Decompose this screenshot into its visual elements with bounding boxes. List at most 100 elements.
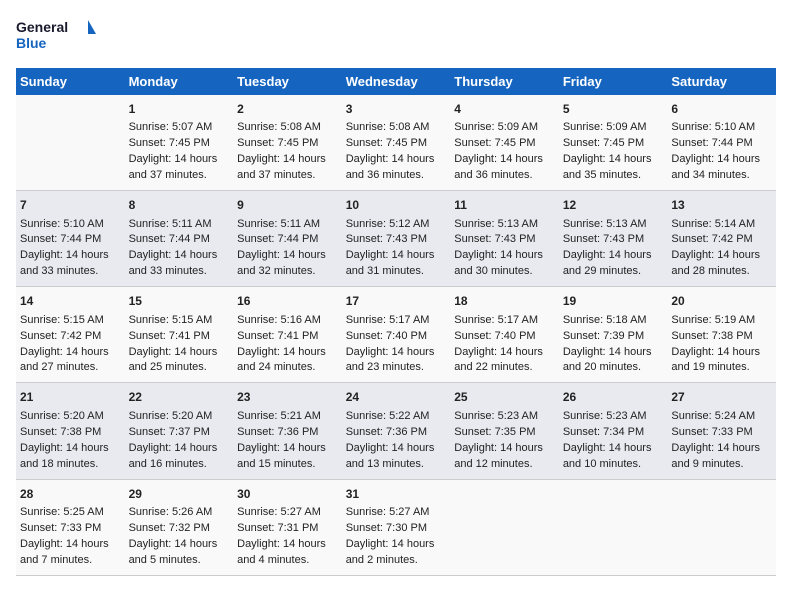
day-info: Sunset: 7:36 PM [346, 425, 447, 441]
day-info: Sunset: 7:43 PM [454, 232, 555, 248]
day-info: Sunset: 7:38 PM [20, 425, 121, 441]
day-info: Sunrise: 5:20 AM [20, 409, 121, 425]
day-info: Daylight: 14 hours and 33 minutes. [20, 248, 121, 280]
day-number: 27 [671, 389, 772, 406]
day-cell: 7Sunrise: 5:10 AMSunset: 7:44 PMDaylight… [16, 191, 125, 287]
day-cell: 22Sunrise: 5:20 AMSunset: 7:37 PMDayligh… [125, 383, 234, 479]
day-cell: 24Sunrise: 5:22 AMSunset: 7:36 PMDayligh… [342, 383, 451, 479]
day-number: 20 [671, 293, 772, 310]
day-info: Sunrise: 5:12 AM [346, 217, 447, 233]
day-info: Daylight: 14 hours and 5 minutes. [129, 537, 230, 569]
day-number: 17 [346, 293, 447, 310]
day-number: 4 [454, 101, 555, 118]
day-info: Sunset: 7:45 PM [237, 136, 338, 152]
weekday-header-sunday: Sunday [16, 68, 125, 95]
day-cell: 17Sunrise: 5:17 AMSunset: 7:40 PMDayligh… [342, 287, 451, 383]
day-info: Sunset: 7:31 PM [237, 521, 338, 537]
day-number: 13 [671, 197, 772, 214]
day-info: Daylight: 14 hours and 16 minutes. [129, 441, 230, 473]
page-header: General Blue [16, 16, 776, 56]
day-number: 16 [237, 293, 338, 310]
day-cell: 2Sunrise: 5:08 AMSunset: 7:45 PMDaylight… [233, 95, 342, 191]
day-info: Sunrise: 5:11 AM [237, 217, 338, 233]
day-info: Sunrise: 5:15 AM [20, 313, 121, 329]
day-info: Daylight: 14 hours and 30 minutes. [454, 248, 555, 280]
day-info: Sunset: 7:33 PM [20, 521, 121, 537]
day-info: Sunrise: 5:16 AM [237, 313, 338, 329]
day-info: Sunset: 7:44 PM [671, 136, 772, 152]
day-info: Sunset: 7:40 PM [454, 329, 555, 345]
day-info: Sunrise: 5:25 AM [20, 505, 121, 521]
day-cell: 5Sunrise: 5:09 AMSunset: 7:45 PMDaylight… [559, 95, 668, 191]
day-number: 29 [129, 486, 230, 503]
day-info: Daylight: 14 hours and 7 minutes. [20, 537, 121, 569]
day-info: Sunrise: 5:08 AM [346, 120, 447, 136]
day-cell: 11 Sunrise: 5:13 AMSunset: 7:43 PMDayligh… [450, 191, 559, 287]
day-info: Sunset: 7:42 PM [671, 232, 772, 248]
day-number: 5 [563, 101, 664, 118]
day-info: Daylight: 14 hours and 31 minutes. [346, 248, 447, 280]
day-info: Sunrise: 5:27 AM [346, 505, 447, 521]
day-info: Sunrise: 5:10 AM [20, 217, 121, 233]
day-cell: 19Sunrise: 5:18 AMSunset: 7:39 PMDayligh… [559, 287, 668, 383]
day-cell: 20Sunrise: 5:19 AMSunset: 7:38 PMDayligh… [667, 287, 776, 383]
day-info: Daylight: 14 hours and 4 minutes. [237, 537, 338, 569]
day-info: Daylight: 14 hours and 32 minutes. [237, 248, 338, 280]
weekday-header-wednesday: Wednesday [342, 68, 451, 95]
day-info: Daylight: 14 hours and 27 minutes. [20, 345, 121, 377]
day-cell: 31Sunrise: 5:27 AMSunset: 7:30 PMDayligh… [342, 479, 451, 575]
day-info: Daylight: 14 hours and 23 minutes. [346, 345, 447, 377]
day-info: Sunrise: 5:22 AM [346, 409, 447, 425]
weekday-header-monday: Monday [125, 68, 234, 95]
day-info: Sunrise: 5:07 AM [129, 120, 230, 136]
day-cell: 1Sunrise: 5:07 AMSunset: 7:45 PMDaylight… [125, 95, 234, 191]
day-info: Daylight: 14 hours and 36 minutes. [454, 152, 555, 184]
day-number: 25 [454, 389, 555, 406]
day-info: Sunset: 7:36 PM [237, 425, 338, 441]
day-info: Daylight: 14 hours and 24 minutes. [237, 345, 338, 377]
day-number: 15 [129, 293, 230, 310]
day-info: Sunrise: 5:13 AM [454, 217, 555, 233]
day-cell: 8Sunrise: 5:11 AMSunset: 7:44 PMDaylight… [125, 191, 234, 287]
day-info: Sunset: 7:41 PM [237, 329, 338, 345]
day-cell: 29Sunrise: 5:26 AMSunset: 7:32 PMDayligh… [125, 479, 234, 575]
day-number: 8 [129, 197, 230, 214]
day-info: Sunrise: 5:17 AM [454, 313, 555, 329]
day-info: Sunset: 7:45 PM [454, 136, 555, 152]
svg-text:Blue: Blue [16, 35, 47, 51]
day-info: Sunrise: 5:19 AM [671, 313, 772, 329]
day-number: 28 [20, 486, 121, 503]
weekday-header-saturday: Saturday [667, 68, 776, 95]
day-info: Sunset: 7:44 PM [20, 232, 121, 248]
day-cell: 25Sunrise: 5:23 AMSunset: 7:35 PMDayligh… [450, 383, 559, 479]
day-number: 12 [563, 197, 664, 214]
day-number: 26 [563, 389, 664, 406]
day-info: Sunrise: 5:20 AM [129, 409, 230, 425]
logo: General Blue [16, 16, 96, 56]
week-row-5: 28Sunrise: 5:25 AMSunset: 7:33 PMDayligh… [16, 479, 776, 575]
day-cell: 6Sunrise: 5:10 AMSunset: 7:44 PMDaylight… [667, 95, 776, 191]
day-info: Sunrise: 5:23 AM [454, 409, 555, 425]
week-row-4: 21Sunrise: 5:20 AMSunset: 7:38 PMDayligh… [16, 383, 776, 479]
day-cell: 16 Sunrise: 5:16 AMSunset: 7:41 PMDayligh… [233, 287, 342, 383]
day-cell: 27Sunrise: 5:24 AMSunset: 7:33 PMDayligh… [667, 383, 776, 479]
day-info: Sunset: 7:37 PM [129, 425, 230, 441]
calendar-table: SundayMondayTuesdayWednesdayThursdayFrid… [16, 68, 776, 576]
day-info: Sunset: 7:43 PM [563, 232, 664, 248]
day-cell: 10Sunrise: 5:12 AMSunset: 7:43 PMDayligh… [342, 191, 451, 287]
day-number: 23 [237, 389, 338, 406]
day-cell: 4Sunrise: 5:09 AMSunset: 7:45 PMDaylight… [450, 95, 559, 191]
day-number: 11 [454, 197, 555, 214]
day-cell [559, 479, 668, 575]
day-info: Sunrise: 5:17 AM [346, 313, 447, 329]
day-info: Daylight: 14 hours and 37 minutes. [129, 152, 230, 184]
day-number: 31 [346, 486, 447, 503]
day-info: Daylight: 14 hours and 13 minutes. [346, 441, 447, 473]
week-row-1: 1Sunrise: 5:07 AMSunset: 7:45 PMDaylight… [16, 95, 776, 191]
day-info: Sunset: 7:34 PM [563, 425, 664, 441]
day-number: 2 [237, 101, 338, 118]
day-info: Sunset: 7:45 PM [129, 136, 230, 152]
day-number: 30 [237, 486, 338, 503]
day-info: Daylight: 14 hours and 28 minutes. [671, 248, 772, 280]
day-info: Sunrise: 5:26 AM [129, 505, 230, 521]
